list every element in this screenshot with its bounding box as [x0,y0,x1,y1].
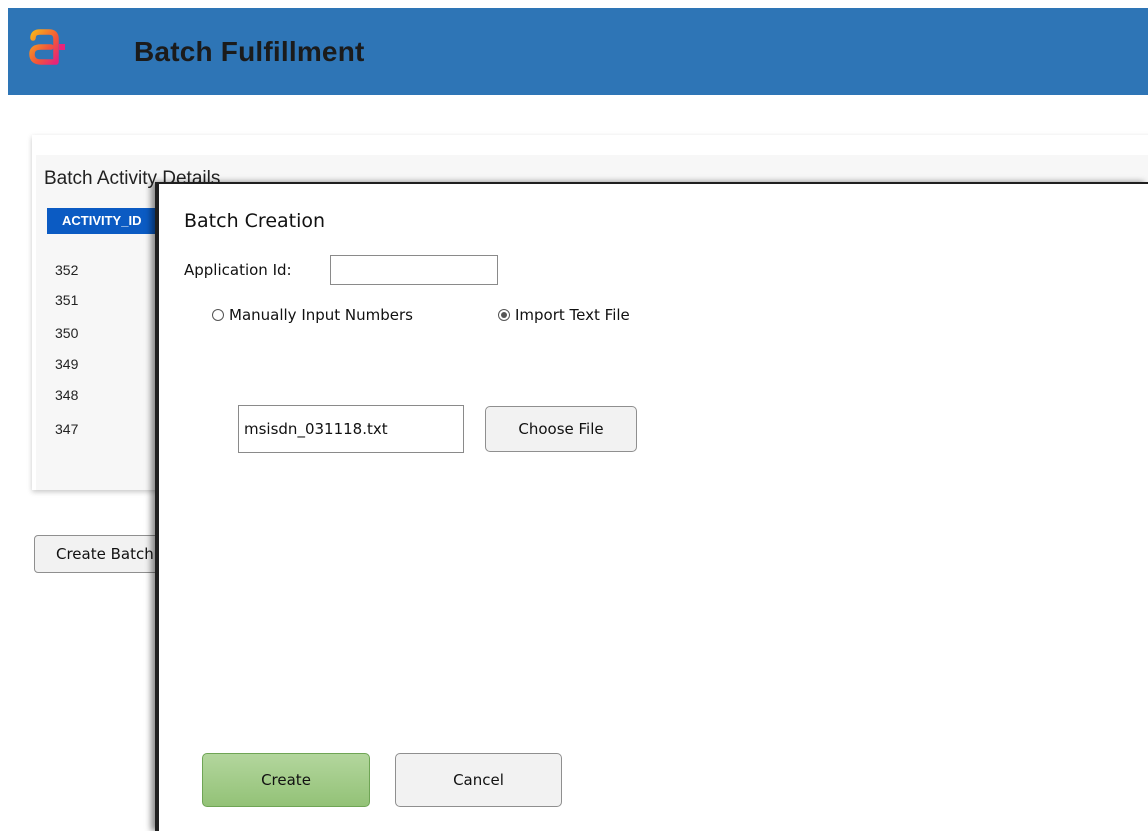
table-row[interactable]: 347 [55,421,78,437]
app-header: Batch Fulfillment [8,8,1148,95]
batch-creation-dialog [155,182,1148,831]
file-name-field[interactable] [238,405,464,453]
create-button[interactable]: Create [202,753,370,807]
radio-manual-input[interactable]: Manually Input Numbers [212,306,413,324]
radio-import-file[interactable]: Import Text File [498,306,630,324]
choose-file-button[interactable]: Choose File [485,406,637,452]
radio-checked-icon[interactable] [498,309,510,321]
application-id-input[interactable] [330,255,498,285]
radio-unchecked-icon[interactable] [212,309,224,321]
radio-manual-label: Manually Input Numbers [229,306,413,324]
table-row[interactable]: 348 [55,387,78,403]
application-id-label: Application Id: [184,261,292,279]
dialog-title: Batch Creation [184,210,326,232]
page-title: Batch Fulfillment [134,36,365,67]
cancel-button[interactable]: Cancel [395,753,562,807]
amdocs-logo-icon [29,29,65,65]
table-row[interactable]: 352 [55,262,78,278]
table-row[interactable]: 351 [55,292,78,308]
table-row[interactable]: 350 [55,325,78,341]
table-row[interactable]: 349 [55,356,78,372]
radio-import-label: Import Text File [515,306,630,324]
